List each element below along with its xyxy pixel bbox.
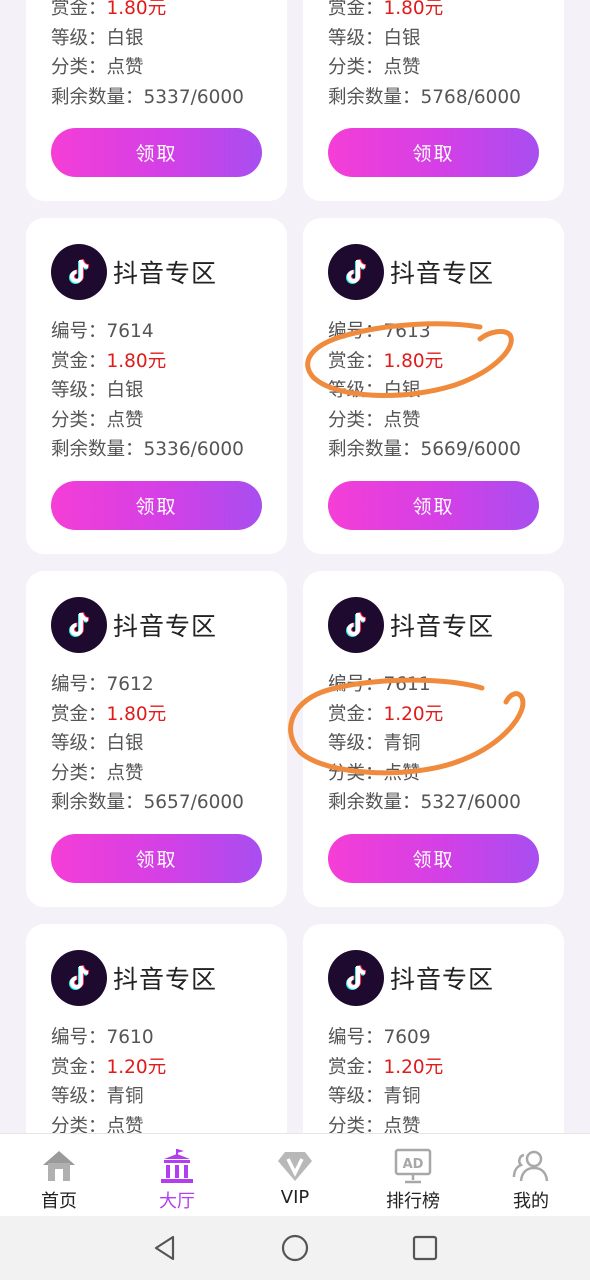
tab-label: 我的 xyxy=(513,1191,549,1212)
level-row: 等级：青铜 xyxy=(51,1086,144,1107)
home-icon xyxy=(43,1151,75,1181)
card-header: 抖音专区 xyxy=(328,950,494,1006)
category-row: 分类：点赞 xyxy=(51,410,144,431)
system-nav-bar xyxy=(0,1216,590,1280)
card-header: 抖音专区 xyxy=(328,244,494,300)
reward-row: 赏金：1.20元 xyxy=(328,704,444,725)
level-row: 等级：青铜 xyxy=(328,1086,421,1107)
tab-label: 首页 xyxy=(41,1191,77,1212)
back-button[interactable] xyxy=(100,1234,230,1262)
zone-title: 抖音专区 xyxy=(390,259,495,288)
douyin-logo-icon xyxy=(328,950,384,1006)
douyin-logo-icon xyxy=(51,244,107,300)
reward-row: 赏金：1.20元 xyxy=(328,1057,444,1078)
card-header: 抖音专区 xyxy=(51,950,217,1006)
claim-button[interactable]: 领取 xyxy=(328,128,539,177)
card-header: 抖音专区 xyxy=(51,244,217,300)
level-row: 等级：白银 xyxy=(51,28,144,49)
zone-title: 抖音专区 xyxy=(390,965,495,994)
task-card: 抖音专区 编号：7612 赏金：1.80元 等级：白银 分类：点赞 剩余数量：5… xyxy=(26,571,287,907)
remaining-row: 剩余数量：5327/6000 xyxy=(328,792,521,813)
tab-label: 排行榜 xyxy=(386,1191,440,1212)
svg-text:AD: AD xyxy=(403,1157,424,1172)
home-circle-icon xyxy=(281,1234,309,1262)
reward-row: 赏金：1.80元 xyxy=(328,0,444,19)
task-card: 抖音专区 编号：7614 赏金：1.80元 等级：白银 分类：点赞 剩余数量：5… xyxy=(26,218,287,554)
remaining-row: 剩余数量：5657/6000 xyxy=(51,792,244,813)
zone-title: 抖音专区 xyxy=(113,612,218,641)
category-row: 分类：点赞 xyxy=(328,410,421,431)
zone-title: 抖音专区 xyxy=(390,612,495,641)
recents-button[interactable] xyxy=(360,1235,490,1261)
card-header: 抖音专区 xyxy=(328,597,494,653)
hall-icon xyxy=(161,1149,193,1183)
id-row: 编号：7609 xyxy=(328,1027,431,1048)
tab-ranking[interactable]: AD 排行榜 xyxy=(354,1134,472,1216)
user-icon xyxy=(512,1150,549,1182)
category-row: 分类：点赞 xyxy=(51,57,144,78)
reward-row: 赏金：1.80元 xyxy=(51,704,167,725)
id-row: 编号：7613 xyxy=(328,321,431,342)
douyin-logo-icon xyxy=(328,597,384,653)
level-row: 等级：白银 xyxy=(328,28,421,49)
id-row: 编号：7611 xyxy=(328,674,431,695)
zone-title: 抖音专区 xyxy=(113,965,218,994)
remaining-row: 剩余数量：5337/6000 xyxy=(51,87,244,108)
back-triangle-icon xyxy=(154,1235,175,1261)
task-card: 赏金：1.80元 等级：白银 分类：点赞 剩余数量：5768/6000 领取 xyxy=(303,0,564,201)
reward-row: 赏金：1.20元 xyxy=(51,1057,167,1078)
claim-button[interactable]: 领取 xyxy=(328,481,539,530)
vip-diamond-icon xyxy=(278,1152,312,1181)
zone-title: 抖音专区 xyxy=(113,259,218,288)
recents-square-icon xyxy=(412,1235,438,1261)
claim-button[interactable]: 领取 xyxy=(328,834,539,883)
level-row: 等级：白银 xyxy=(51,380,144,401)
claim-button[interactable]: 领取 xyxy=(51,834,262,883)
tab-vip[interactable]: VIP xyxy=(236,1134,354,1216)
task-card: 抖音专区 编号：7613 赏金：1.80元 等级：白银 分类：点赞 剩余数量：5… xyxy=(303,218,564,554)
douyin-logo-icon xyxy=(51,597,107,653)
id-row: 编号：7614 xyxy=(51,321,154,342)
level-row: 等级：青铜 xyxy=(328,733,421,754)
reward-row: 赏金：1.80元 xyxy=(51,0,167,19)
reward-row: 赏金：1.80元 xyxy=(328,351,444,372)
tab-mine[interactable]: 我的 xyxy=(472,1134,590,1216)
category-row: 分类：点赞 xyxy=(51,763,144,784)
category-row: 分类：点赞 xyxy=(328,763,421,784)
category-row: 分类：点赞 xyxy=(328,57,421,78)
remaining-row: 剩余数量：5768/6000 xyxy=(328,87,521,108)
id-row: 编号：7610 xyxy=(51,1027,154,1048)
task-card: 抖音专区 编号：7611 赏金：1.20元 等级：青铜 分类：点赞 剩余数量：5… xyxy=(303,571,564,907)
tab-label: 大厅 xyxy=(159,1191,195,1212)
ad-ranking-icon: AD xyxy=(394,1148,432,1184)
level-row: 等级：白银 xyxy=(328,380,421,401)
remaining-row: 剩余数量：5669/6000 xyxy=(328,439,521,460)
id-row: 编号：7612 xyxy=(51,674,154,695)
home-nav-button[interactable] xyxy=(230,1233,360,1263)
douyin-logo-icon xyxy=(328,244,384,300)
bottom-tab-bar: 首页 大厅 VIP AD 排行榜 我的 xyxy=(0,1133,590,1216)
claim-button[interactable]: 领取 xyxy=(51,128,262,177)
remaining-row: 剩余数量：5336/6000 xyxy=(51,439,244,460)
douyin-logo-icon xyxy=(51,950,107,1006)
tab-hall[interactable]: 大厅 xyxy=(118,1134,236,1216)
card-header: 抖音专区 xyxy=(51,597,217,653)
task-card: 赏金：1.80元 等级：白银 分类：点赞 剩余数量：5337/6000 领取 xyxy=(26,0,287,201)
claim-button[interactable]: 领取 xyxy=(51,481,262,530)
tab-home[interactable]: 首页 xyxy=(0,1134,118,1216)
tab-label: VIP xyxy=(280,1187,310,1208)
level-row: 等级：白银 xyxy=(51,733,144,754)
reward-row: 赏金：1.80元 xyxy=(51,351,167,372)
